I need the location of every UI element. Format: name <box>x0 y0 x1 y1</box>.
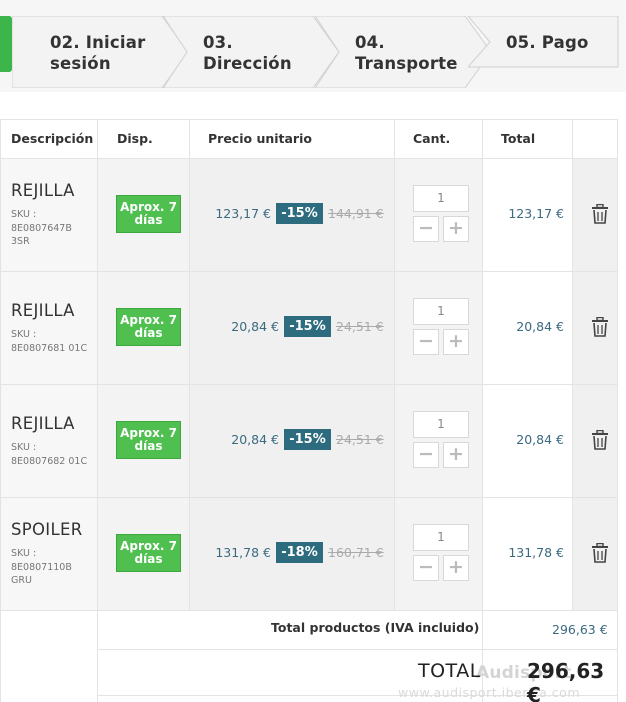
line-total: 131,78 € <box>508 545 564 560</box>
trash-icon[interactable] <box>591 204 609 224</box>
unit-price: 123,17 € <box>215 206 271 221</box>
discount-badge: -18% <box>276 542 323 563</box>
sku-label: SKU : <box>11 329 37 340</box>
grid-line <box>482 120 483 702</box>
line-total: 20,84 € <box>516 319 564 334</box>
products-total-value: 296,63 € <box>552 622 608 637</box>
product-name[interactable]: REJILLA <box>11 181 75 200</box>
sku-label: SKU : <box>11 548 37 559</box>
availability-badge: Aprox. 7 días <box>116 421 181 459</box>
quantity-decrease-button[interactable]: − <box>413 216 439 242</box>
old-price: 160,71 € <box>328 545 384 560</box>
grid-line <box>97 649 618 650</box>
quantity-input[interactable]: 1 <box>413 524 469 551</box>
header-availability: Disp. <box>117 131 153 146</box>
line-total: 20,84 € <box>516 432 564 447</box>
availability-badge: Aprox. 7 días <box>116 534 181 572</box>
quantity-increase-button[interactable]: + <box>443 216 469 242</box>
product-name[interactable]: SPOILER <box>11 520 82 539</box>
old-price: 24,51 € <box>336 319 384 334</box>
unit-price: 20,84 € <box>231 432 279 447</box>
grid-line <box>97 120 98 702</box>
quantity-input[interactable]: 1 <box>413 411 469 438</box>
quantity-decrease-button[interactable]: − <box>413 442 439 468</box>
sku-value: 8E0807682 01C <box>11 455 88 467</box>
trash-icon[interactable] <box>591 543 609 563</box>
grid-line <box>572 120 573 610</box>
discount-badge: -15% <box>276 203 323 224</box>
step-04-label-line2: Transporte <box>355 54 458 73</box>
quantity-decrease-button[interactable]: − <box>413 555 439 581</box>
checkout-steps: 02. Iniciar sesión 03. Dirección 04. Tra… <box>0 0 626 100</box>
availability-badge: Aprox. 7 días <box>116 195 181 233</box>
step-05-label-line1: 05. Pago <box>506 33 589 52</box>
availability-badge: Aprox. 7 días <box>116 308 181 346</box>
old-price: 144,91 € <box>328 206 384 221</box>
step-03-label-line2: Dirección <box>203 54 292 73</box>
sku-label: SKU : <box>11 442 37 453</box>
header-quantity: Cant. <box>413 131 451 146</box>
product-sku: SKU : 8E0807647B 3SR <box>11 208 93 249</box>
step-04-shipping[interactable]: 04. Transporte <box>315 16 493 88</box>
grid-line <box>0 271 618 272</box>
grid-line <box>0 120 1 702</box>
step-02-label-line2: sesión <box>50 54 111 73</box>
old-price: 24,51 € <box>336 432 384 447</box>
sku-value: 8E0807110B GRU <box>11 561 72 587</box>
grid-line <box>394 120 395 610</box>
product-sku: SKU : 8E0807682 01C <box>11 441 93 468</box>
grand-total-value: 296,63 € <box>527 659 605 702</box>
unit-price: 20,84 € <box>231 319 279 334</box>
line-total: 123,17 € <box>508 206 564 221</box>
step-02-label-line1: 02. Iniciar <box>50 33 146 52</box>
step-03-label-line1: 03. <box>203 33 233 52</box>
quantity-input[interactable]: 1 <box>413 185 469 212</box>
grid-line <box>189 120 190 610</box>
discount-badge: -15% <box>284 316 331 337</box>
header-total: Total <box>501 131 536 146</box>
sku-value: 8E0807647B 3SR <box>11 222 72 248</box>
grid-line <box>0 384 618 385</box>
product-sku: SKU : 8E0807110B GRU <box>11 547 93 588</box>
quantity-increase-button[interactable]: + <box>443 555 469 581</box>
product-sku: SKU : 8E0807681 01C <box>11 328 93 355</box>
products-total-label: Total productos (IVA incluido) <box>271 620 480 635</box>
grid-line <box>0 497 618 498</box>
header-unit-price: Precio unitario <box>208 131 312 146</box>
quantity-increase-button[interactable]: + <box>443 442 469 468</box>
product-name[interactable]: REJILLA <box>11 301 75 320</box>
grid-line <box>0 610 618 611</box>
header-description: Descripción <box>11 131 94 146</box>
quantity-decrease-button[interactable]: − <box>413 329 439 355</box>
grid-line <box>617 120 618 702</box>
grid-line <box>0 158 618 159</box>
product-name[interactable]: REJILLA <box>11 414 75 433</box>
quantity-input[interactable]: 1 <box>413 298 469 325</box>
trash-icon[interactable] <box>591 430 609 450</box>
step-04-label-line1: 04. <box>355 33 385 52</box>
quantity-increase-button[interactable]: + <box>443 329 469 355</box>
discount-badge: -15% <box>284 429 331 450</box>
trash-icon[interactable] <box>591 317 609 337</box>
step-05-payment[interactable]: 05. Pago <box>468 16 620 70</box>
sku-value: 8E0807681 01C <box>11 342 88 354</box>
cart-table: Descripción Disp. Precio unitario Cant. … <box>0 119 618 702</box>
unit-price: 131,78 € <box>215 545 271 560</box>
grand-total-label: TOTAL <box>418 660 481 682</box>
sku-label: SKU : <box>11 209 37 220</box>
